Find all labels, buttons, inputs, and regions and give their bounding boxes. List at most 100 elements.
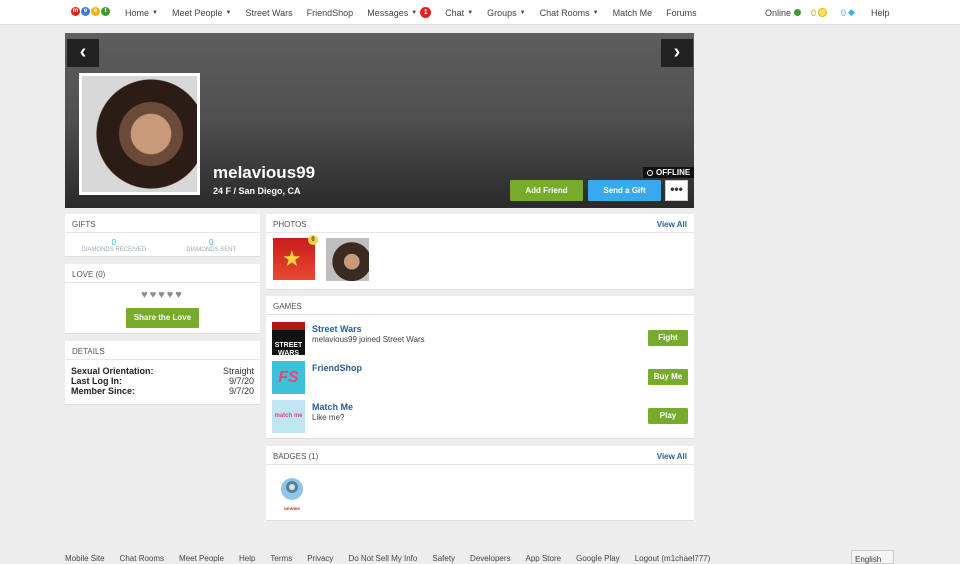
- language-select[interactable]: English: [851, 550, 894, 564]
- coin-icon: [818, 8, 828, 17]
- offline-label: OFFLINE: [656, 168, 691, 177]
- footer-link[interactable]: Safety: [432, 554, 455, 563]
- detail-value: 9/7/20: [228, 386, 254, 396]
- caret-down-icon: ▼: [592, 9, 599, 16]
- match-me-heart-icon[interactable]: match me: [272, 400, 305, 433]
- help-label: Help: [871, 7, 890, 18]
- prev-profile-button[interactable]: ‹: [67, 39, 99, 67]
- footer-link[interactable]: Meet People: [179, 554, 224, 563]
- add-friend-button[interactable]: Add Friend: [510, 180, 583, 201]
- top-nav-bar: m e e t Home ▼ Meet People ▼ Street Wars F…: [0, 0, 960, 25]
- next-profile-button[interactable]: ›: [661, 39, 693, 67]
- help-link[interactable]: Help: [871, 0, 890, 25]
- footer-link[interactable]: Chat Rooms: [120, 554, 164, 563]
- nav-street-wars-label: Street Wars: [245, 7, 293, 18]
- friendshop-icon[interactable]: FS: [272, 361, 305, 394]
- gifts-stats: 0 DIAMONDS RECEIVED 0 DIAMONDS SENT: [65, 233, 260, 253]
- send-gift-button[interactable]: Send a Gift: [588, 180, 661, 201]
- buy-me-button[interactable]: Buy Me: [648, 369, 688, 385]
- badges-header: BADGES (1) View All: [266, 446, 694, 465]
- online-status[interactable]: Online: [765, 0, 802, 25]
- chevron-left-icon: ‹: [79, 41, 87, 63]
- language-label: English: [855, 555, 882, 564]
- game-title[interactable]: Street Wars: [312, 324, 362, 334]
- nav-home[interactable]: Home ▼: [125, 8, 158, 18]
- diamonds-sent[interactable]: 0 DIAMONDS SENT: [163, 233, 261, 253]
- profile-avatar[interactable]: [79, 73, 200, 195]
- fight-button[interactable]: Fight: [648, 330, 688, 346]
- share-love-button[interactable]: Share the Love: [126, 308, 199, 328]
- chevron-right-icon: ›: [673, 41, 681, 63]
- detail-value: Straight: [222, 366, 254, 376]
- footer-link[interactable]: Mobile Site: [65, 554, 105, 563]
- more-options-button[interactable]: •••: [665, 180, 688, 201]
- caret-down-icon: ▼: [152, 9, 158, 16]
- coins-counter[interactable]: 0: [811, 0, 828, 25]
- photo-thumbnail[interactable]: ★: [273, 238, 315, 280]
- photos-header: PHOTOS View All: [266, 214, 694, 233]
- footer-link[interactable]: Do Not Sell My Info: [348, 554, 417, 563]
- footer-link[interactable]: Google Play: [576, 554, 620, 563]
- meetme-logo[interactable]: m e e t: [71, 7, 110, 16]
- diamonds-received[interactable]: 0 DIAMONDS RECEIVED: [65, 233, 163, 253]
- detail-label: Member Since:: [71, 386, 136, 396]
- love-card: LOVE (0) ♥♥♥♥♥ Share the Love: [65, 264, 260, 334]
- footer-link[interactable]: Terms: [270, 554, 292, 563]
- nav-match-me[interactable]: Match Me: [613, 8, 653, 18]
- nav-chat-rooms[interactable]: Chat Rooms ▼: [540, 8, 599, 18]
- game-subtitle: Like me?: [312, 413, 345, 422]
- status-circle-icon: [647, 169, 653, 176]
- nav-friendshop-label: FriendShop: [306, 7, 354, 18]
- diamonds-sent-label: DIAMONDS SENT: [186, 247, 237, 253]
- footer-link[interactable]: Developers: [470, 554, 510, 563]
- online-dot-icon: [794, 9, 802, 16]
- nav-friendshop[interactable]: FriendShop: [307, 8, 354, 18]
- photo-count-badge: 0: [308, 235, 318, 245]
- play-button[interactable]: Play: [648, 408, 688, 424]
- diamond-icon: ◆: [848, 7, 855, 17]
- games-title: GAMES: [266, 296, 694, 315]
- footer-links: Mobile Site Chat Rooms Meet People Help …: [65, 554, 710, 563]
- diamonds-count: 0: [841, 7, 847, 18]
- nav-groups[interactable]: Groups ▼: [487, 8, 525, 18]
- game-title[interactable]: FriendShop: [312, 363, 362, 373]
- detail-row: Sexual Orientation: Straight: [71, 366, 254, 376]
- game-title[interactable]: Match Me: [312, 402, 353, 412]
- diamonds-counter[interactable]: 0 ◆: [841, 0, 855, 25]
- offline-status-badge: OFFLINE: [643, 167, 695, 178]
- footer-link[interactable]: Logout (m1chael777): [635, 554, 711, 563]
- caret-down-icon: ▼: [467, 9, 474, 16]
- nav-forums[interactable]: Forums: [666, 8, 697, 18]
- logo-letter: e: [81, 7, 90, 16]
- nav-chat[interactable]: Chat ▼: [445, 8, 473, 18]
- detail-row: Last Log In: 9/7/20: [71, 376, 254, 386]
- street-wars-icon[interactable]: STREET WARS: [272, 322, 305, 357]
- nav-chat-rooms-label: Chat Rooms: [539, 7, 590, 18]
- profile-username: melavious99: [213, 163, 316, 182]
- badges-view-all-link[interactable]: View All: [657, 452, 687, 461]
- nav-messages[interactable]: Messages ▼ 1: [367, 7, 432, 18]
- footer-link[interactable]: Privacy: [307, 554, 333, 563]
- game-item: match me Match Me Like me? Play: [272, 400, 688, 434]
- hearts-icon: ♥♥♥♥♥: [141, 289, 184, 301]
- coins-count: 0: [811, 7, 817, 18]
- nav-meet-people[interactable]: Meet People ▼: [172, 8, 232, 18]
- photos-view-all-link[interactable]: View All: [657, 220, 687, 229]
- caret-down-icon: ▼: [519, 9, 526, 16]
- detail-label: Last Log In:: [71, 376, 122, 386]
- star-icon: ★: [282, 246, 302, 271]
- logo-letter: e: [91, 7, 100, 16]
- games-card: GAMES STREET WARS Street Wars melavious9…: [266, 296, 694, 439]
- photos-card: PHOTOS View All ★ 0: [266, 214, 694, 290]
- photo-thumbnail[interactable]: [326, 238, 369, 281]
- logo-letter: m: [71, 7, 80, 16]
- avatar-photo: [82, 76, 197, 192]
- caret-down-icon: ▼: [225, 9, 232, 16]
- messages-count-badge: 1: [420, 7, 432, 18]
- nav-street-wars[interactable]: Street Wars: [245, 8, 292, 18]
- footer-link[interactable]: Help: [239, 554, 255, 563]
- gifts-card: GIFTS 0 DIAMONDS RECEIVED 0 DIAMONDS SENT: [65, 214, 260, 257]
- nav-home-label: Home: [125, 7, 150, 18]
- gifts-title: GIFTS: [65, 214, 260, 233]
- footer-link[interactable]: App Store: [526, 554, 562, 563]
